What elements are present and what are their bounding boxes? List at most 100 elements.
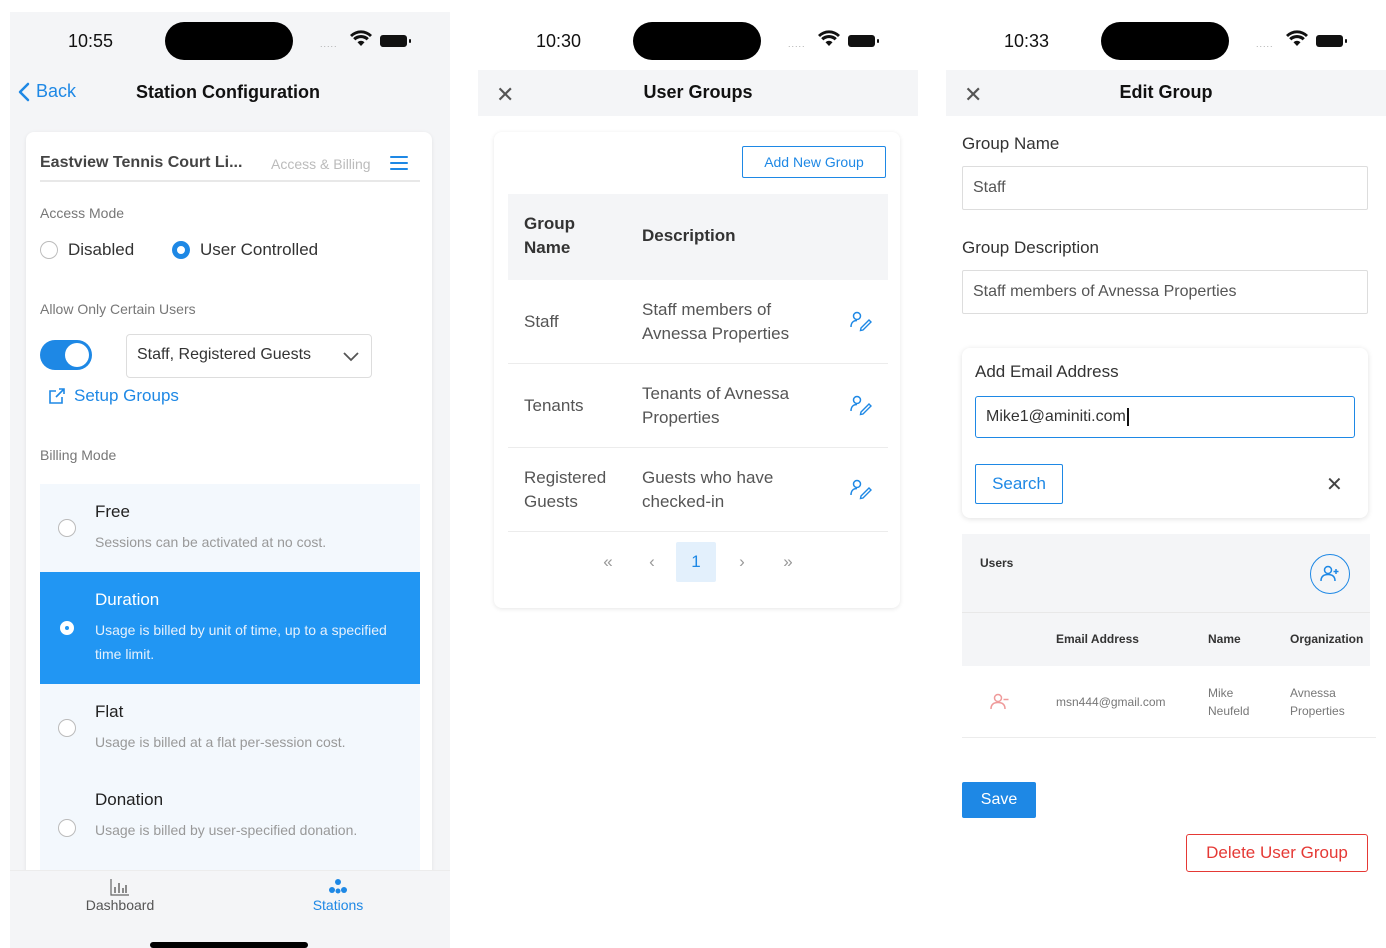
radio-icon <box>40 241 58 259</box>
page-last-button[interactable]: » <box>768 542 808 582</box>
remove-user-icon[interactable] <box>990 692 1010 712</box>
setup-groups-label: Setup Groups <box>74 386 179 405</box>
column-header-description: Description <box>642 226 736 245</box>
billing-option-title: Donation <box>95 790 164 809</box>
battery-icon <box>380 35 411 47</box>
add-user-icon <box>1320 565 1339 582</box>
radio-icon <box>58 719 76 737</box>
signal-icon: ..... <box>320 39 338 49</box>
status-bar: 10:30 ..... <box>478 12 918 70</box>
nav-bar: ✕ User Groups <box>478 70 918 116</box>
email-field[interactable]: Mike1@aminiti.com <box>975 396 1355 438</box>
billing-option-duration[interactable]: Duration Usage is billed by unit of time… <box>40 572 420 684</box>
user-name-cell: Mike Neufeld <box>1208 686 1250 718</box>
billing-option-desc: Usage is billed by unit of time, up to a… <box>95 622 387 662</box>
edit-group-icon[interactable] <box>850 310 872 332</box>
setup-groups-link[interactable]: Setup Groups <box>48 386 179 406</box>
tab-bar: Dashboard Stations <box>10 870 450 948</box>
menu-icon[interactable] <box>390 156 408 170</box>
page-title: Station Configuration <box>136 82 320 102</box>
table-header: Group Name Description <box>508 194 888 280</box>
tab-dashboard[interactable]: Dashboard <box>60 877 180 913</box>
add-user-button[interactable] <box>1310 554 1350 594</box>
status-bar: 10:55 ..... <box>10 12 450 70</box>
nav-bar: ✕ Edit Group <box>946 70 1386 116</box>
group-name-cell: Tenants <box>524 396 584 415</box>
user-groups-card: Add New Group Group Name Description Sta… <box>494 132 900 608</box>
page-next-button[interactable]: › <box>722 542 762 582</box>
group-name-cell: Staff <box>524 312 559 331</box>
radio-selected-icon <box>60 621 74 635</box>
page-prev-button[interactable]: ‹ <box>632 542 672 582</box>
table-row: msn444@gmail.com Mike Neufeld Avnessa Pr… <box>962 666 1376 738</box>
edit-group-icon[interactable] <box>850 478 872 500</box>
station-config-card: Eastview Tennis Court Li... Access & Bil… <box>26 132 432 892</box>
access-option-disabled[interactable]: Disabled <box>40 240 134 260</box>
tab-label: Stations <box>312 897 364 913</box>
user-groups-screen: 10:30 ..... ✕ User Groups Add New Group … <box>478 12 918 948</box>
status-time: 10:55 <box>68 31 114 51</box>
billing-option-desc: Usage is billed at a flat per-session co… <box>95 734 346 750</box>
column-header-name: Name <box>1208 632 1241 646</box>
groups-select[interactable]: Staff, Registered Guests <box>126 334 372 378</box>
group-description-cell: Guests who have checked-in <box>642 468 774 511</box>
section-label[interactable]: Access & Billing <box>271 156 371 172</box>
access-option-user-controlled[interactable]: User Controlled <box>172 240 318 260</box>
radio-icon <box>58 519 76 537</box>
page-title: Edit Group <box>1119 82 1213 102</box>
wifi-icon <box>1286 30 1308 46</box>
bar-chart-icon <box>110 879 129 896</box>
station-configuration-screen: 10:55 ..... Back Station Configuration E… <box>10 12 450 948</box>
pagination: « ‹ 1 › » <box>508 542 888 582</box>
delete-group-button[interactable]: Delete User Group <box>1186 834 1368 872</box>
signal-icon: ..... <box>1256 39 1274 49</box>
page-current-button[interactable]: 1 <box>676 542 716 582</box>
stations-icon <box>329 879 347 894</box>
table-row[interactable]: Tenants Tenants of Avnessa Properties <box>508 364 888 448</box>
signal-icon: ..... <box>788 39 806 49</box>
edit-group-icon[interactable] <box>850 394 872 416</box>
billing-option-desc: Usage is billed by user-specified donati… <box>95 822 358 838</box>
group-description-cell: Staff members of Avnessa Properties <box>642 300 790 343</box>
billing-option-title: Free <box>95 502 130 521</box>
edit-group-screen: 10:33 ..... ✕ Edit Group Group Name Staf… <box>946 12 1386 948</box>
billing-option-desc: Sessions can be activated at no cost. <box>95 534 327 550</box>
nav-bar: Back Station Configuration <box>10 70 450 116</box>
allow-users-toggle[interactable] <box>40 340 92 370</box>
search-button[interactable]: Search <box>975 464 1063 504</box>
close-icon[interactable]: ✕ <box>1326 472 1343 497</box>
chevron-down-icon <box>343 352 359 362</box>
allow-users-label: Allow Only Certain Users <box>40 301 196 317</box>
column-header-organization: Organization <box>1290 632 1364 646</box>
access-option-label: User Controlled <box>200 240 319 259</box>
battery-icon <box>1316 35 1347 47</box>
table-row[interactable]: Registered Guests Guests who have checke… <box>508 448 888 532</box>
user-email-cell: msn444@gmail.com <box>1056 695 1166 709</box>
column-header-group-name: Group Name <box>524 214 575 257</box>
billing-option-free[interactable]: Free Sessions can be activated at no cos… <box>40 484 420 572</box>
groups-select-value: Staff, Registered Guests <box>137 346 312 363</box>
access-option-label: Disabled <box>68 240 135 259</box>
group-name-input[interactable]: Staff <box>962 166 1368 210</box>
dynamic-island <box>1101 22 1229 60</box>
billing-mode-label: Billing Mode <box>40 447 117 463</box>
dynamic-island <box>633 22 761 60</box>
page-first-button[interactable]: « <box>588 542 628 582</box>
add-new-group-button[interactable]: Add New Group <box>742 146 886 178</box>
radio-selected-icon <box>172 241 190 259</box>
tab-stations[interactable]: Stations <box>278 877 398 913</box>
table-row[interactable]: Staff Staff members of Avnessa Propertie… <box>508 280 888 364</box>
station-header: Eastview Tennis Court Li... Access & Bil… <box>40 154 420 182</box>
home-indicator <box>150 942 308 948</box>
billing-option-flat[interactable]: Flat Usage is billed at a flat per-sessi… <box>40 684 420 772</box>
access-mode-label: Access Mode <box>40 205 125 221</box>
battery-icon <box>848 35 879 47</box>
add-email-card: Add Email Address Mike1@aminiti.com Sear… <box>962 348 1368 518</box>
group-description-input[interactable]: Staff members of Avnessa Properties <box>962 270 1368 314</box>
user-organization-cell: Avnessa Properties <box>1290 686 1345 718</box>
save-button[interactable]: Save <box>962 782 1036 818</box>
group-name-label: Group Name <box>962 134 1060 153</box>
add-email-label: Add Email Address <box>975 362 1119 381</box>
users-table-header: Email Address Name Organization <box>962 612 1370 666</box>
group-description-cell: Tenants of Avnessa Properties <box>642 384 790 427</box>
